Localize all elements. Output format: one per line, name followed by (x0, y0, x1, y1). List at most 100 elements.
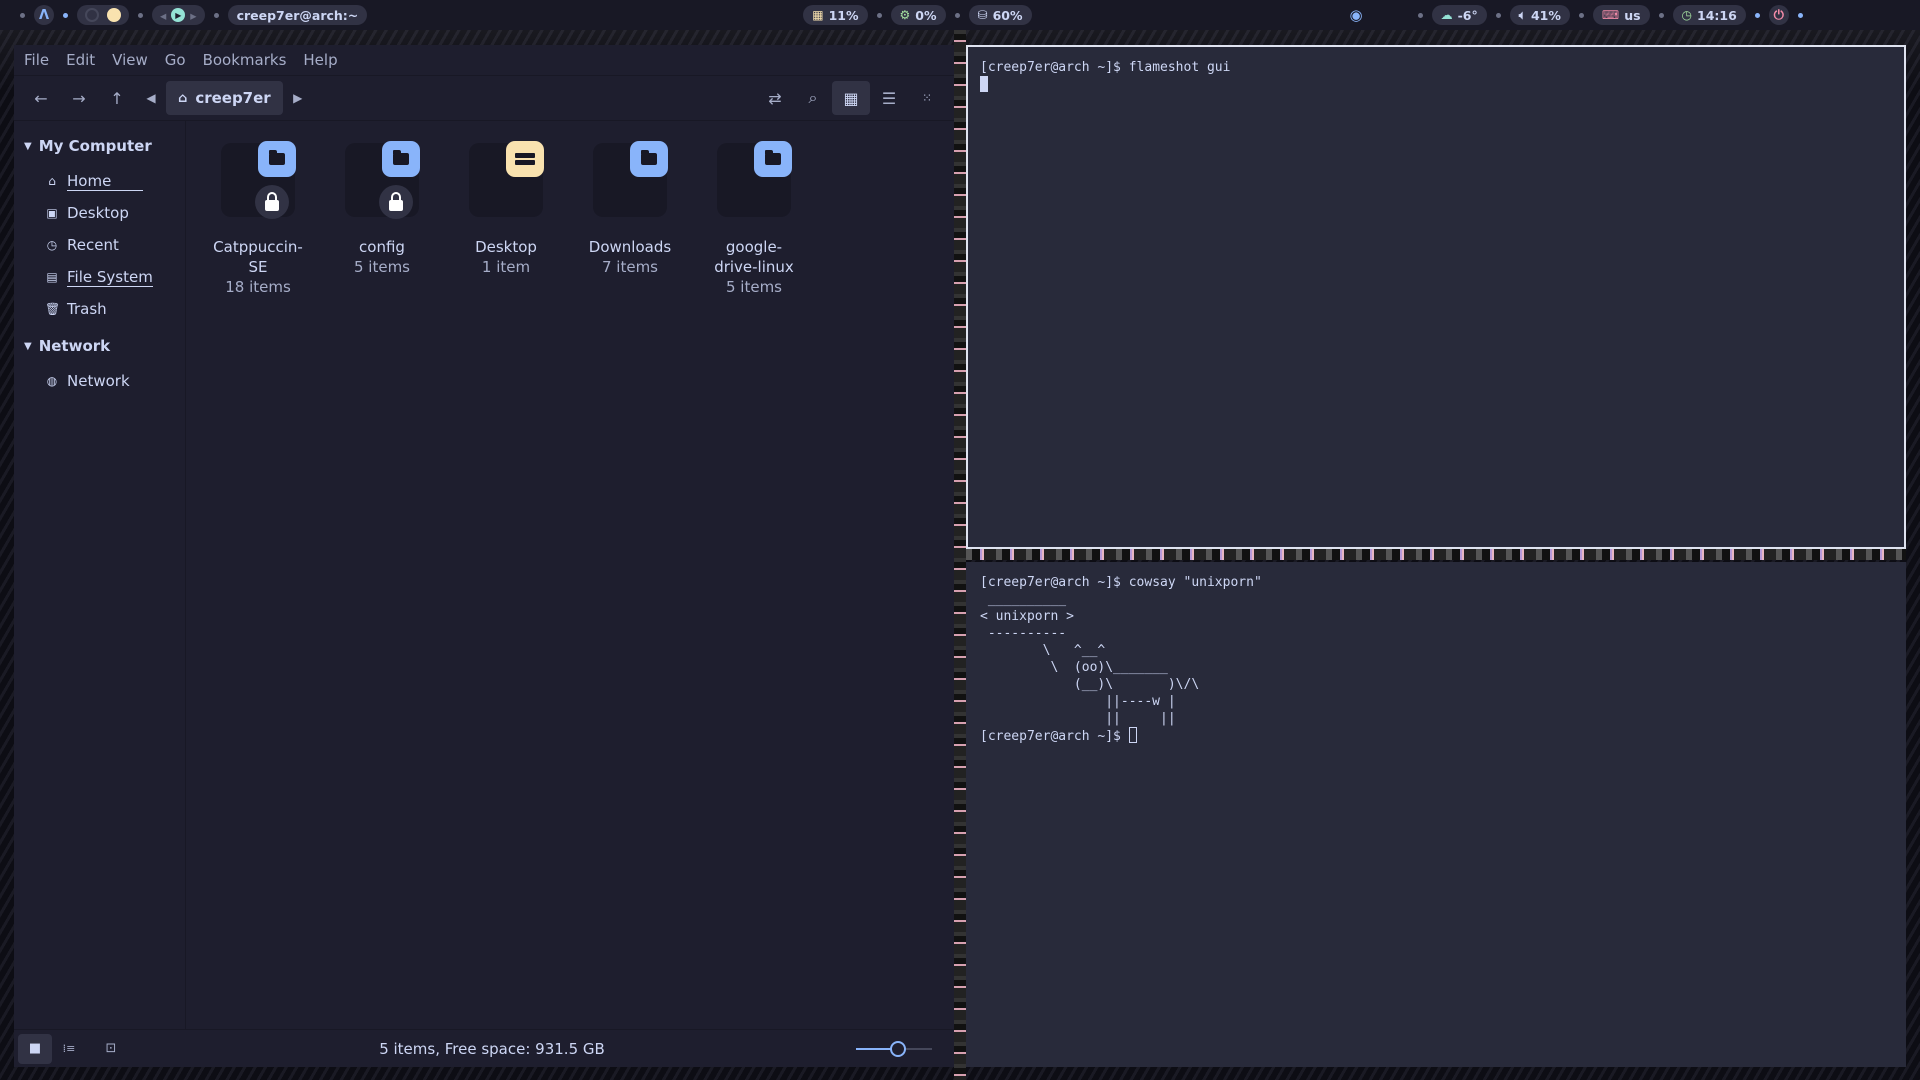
next-track-icon[interactable]: ▸ (190, 8, 196, 23)
status-text: 5 items, Free space: 931.5 GB (379, 1039, 605, 1058)
sidebar-item-home[interactable]: ⌂ Home (14, 165, 185, 197)
cpu-widget[interactable]: ▦ 11% (803, 5, 868, 25)
file-item[interactable]: Desktop 1 item (444, 141, 568, 297)
menu-help[interactable]: Help (303, 51, 337, 69)
status-bar: ■ ⁞≡ ⊡ 5 items, Free space: 931.5 GB (14, 1029, 954, 1067)
zoom-handle[interactable] (889, 1040, 906, 1057)
separator-dot (1658, 12, 1664, 18)
toggle-sidebar-button[interactable]: ⊡ (94, 1034, 128, 1064)
media-pill[interactable] (77, 5, 129, 25)
wallpaper-strip (966, 549, 1906, 560)
terminal-prompt: [creep7er@arch ~]$ (980, 575, 1129, 590)
separator-dot (1578, 12, 1584, 18)
wallpaper-strip (954, 30, 966, 1080)
terminal-cursor (1128, 727, 1137, 743)
list-view-button[interactable]: ☰ (870, 81, 908, 115)
weather-widget[interactable]: ☁ -6° (1431, 5, 1487, 25)
lock-icon (379, 185, 413, 219)
menu-file[interactable]: File (24, 51, 49, 69)
play-icon[interactable]: ▶ (171, 8, 186, 22)
separator-dot (1754, 12, 1760, 18)
file-count: 7 items (601, 258, 658, 276)
arch-logo-icon[interactable]: Λ (34, 5, 54, 25)
file-count: 5 items (353, 258, 410, 276)
sidebar-item-network[interactable]: ◍ Network (14, 365, 185, 397)
sidebar-item-recent[interactable]: ◷ Recent (14, 229, 185, 261)
tree-pane-button[interactable]: ⁞≡ (52, 1034, 86, 1064)
file-count: 1 item (481, 258, 531, 276)
gpu-value: 0% (915, 7, 937, 23)
zoom-slider[interactable] (856, 1040, 932, 1057)
separator-dot (213, 12, 219, 18)
clock-value: 14:16 (1697, 7, 1737, 23)
sidebar-icon: ⊡ (105, 1041, 117, 1056)
cpu-icon: ▦ (812, 8, 824, 22)
file-item[interactable]: google-drive-linux 5 items (692, 141, 816, 297)
breadcrumb-label: creep7er (195, 89, 271, 107)
up-button[interactable]: ↑ (98, 81, 136, 115)
separator-dot (876, 12, 882, 18)
sidebar-item-desktop[interactable]: ▣ Desktop (14, 197, 185, 229)
compact-grid-icon: ⁙ (921, 91, 933, 105)
places-pane-button[interactable]: ■ (18, 1033, 52, 1064)
menu-view[interactable]: View (112, 51, 148, 69)
toolbar: ← → ↑ ◀ ⌂ creep7er ▶ ⇄ ⌕ ▦ ☰ ⁙ (14, 76, 954, 121)
terminal-prompt: [creep7er@arch ~]$ (980, 729, 1129, 744)
arrow-right-icon: → (72, 88, 86, 108)
keyboard-widget[interactable]: ⌨ us (1592, 5, 1650, 25)
record-icon[interactable] (85, 8, 99, 22)
toggle-location-button[interactable]: ⇄ (756, 81, 794, 115)
disk-widget[interactable]: ⛁ 60% (968, 5, 1032, 25)
folder-icon: ■ (28, 1041, 42, 1056)
forward-button[interactable]: → (60, 81, 98, 115)
drive-icon: ▤ (46, 270, 58, 284)
power-icon[interactable]: ⏻ (1768, 5, 1789, 25)
file-item[interactable]: Catppuccin-SE 18 items (196, 141, 320, 297)
gpu-widget[interactable]: ⚙ 0% (890, 5, 946, 25)
workspace-dot[interactable] (20, 12, 25, 18)
sidebar-item-label: Recent (67, 235, 119, 254)
terminal-bottom[interactable]: [creep7er@arch ~]$ cowsay "unixporn" ___… (966, 562, 1906, 1067)
workspace-dot[interactable] (63, 12, 68, 18)
volume-value: 41% (1530, 7, 1561, 23)
file-item[interactable]: config 5 items (320, 141, 444, 297)
back-button[interactable]: ← (22, 81, 60, 115)
sidebar-item-file-system[interactable]: ▤ File System (14, 261, 185, 293)
icon-view-button[interactable]: ▦ (832, 81, 870, 115)
file-item[interactable]: Downloads 7 items (568, 141, 692, 297)
breadcrumb[interactable]: ⌂ creep7er (166, 81, 283, 115)
lock-icon (255, 185, 289, 219)
browser-icon[interactable]: ◉ (1350, 6, 1363, 24)
clock-widget[interactable]: ◷ 14:16 (1672, 5, 1746, 25)
weather-value: -6° (1457, 7, 1478, 23)
volume-widget[interactable]: 🔈︎ 41% (1509, 5, 1570, 25)
clock-icon: ◷ (46, 238, 58, 252)
color-picker-icon[interactable] (107, 8, 121, 22)
desktop-icon: ▣ (46, 206, 58, 220)
clock-icon: ◷ (1681, 8, 1693, 22)
menu-go[interactable]: Go (165, 51, 186, 69)
folder-icon (589, 141, 671, 221)
file-view[interactable]: Catppuccin-SE 18 items config 5 items De… (186, 121, 954, 1029)
sidebar-item-label: Desktop (67, 203, 129, 222)
terminal-prompt: [creep7er@arch ~]$ (980, 60, 1129, 75)
breadcrumb-prev-button[interactable]: ◀ (136, 81, 166, 115)
sidebar-section-network[interactable]: ▼ Network (14, 333, 185, 359)
list-icon: ☰ (881, 88, 897, 108)
prev-track-icon[interactable]: ◂ (160, 8, 166, 23)
separator-dot (138, 12, 143, 18)
folder-icon (217, 141, 299, 221)
menu-edit[interactable]: Edit (66, 51, 95, 69)
compact-view-button[interactable]: ⁙ (908, 81, 946, 115)
sidebar-item-trash[interactable]: 🗑︎ Trash (14, 293, 185, 325)
gpu-icon: ⚙ (899, 8, 911, 22)
breadcrumb-next-button[interactable]: ▶ (283, 81, 313, 115)
grid-icon: ▦ (843, 88, 859, 108)
menu-bookmarks[interactable]: Bookmarks (203, 51, 287, 69)
terminal-top[interactable]: [creep7er@arch ~]$ flameshot gui (966, 45, 1906, 549)
player-pill[interactable]: ◂ ▶ ▸ (152, 5, 205, 25)
sidebar-section-my-computer[interactable]: ▼ My Computer (14, 133, 185, 159)
terminal-command: flameshot gui (1128, 60, 1231, 75)
search-button[interactable]: ⌕ (794, 81, 832, 115)
sidebar-item-label: Network (67, 371, 130, 390)
